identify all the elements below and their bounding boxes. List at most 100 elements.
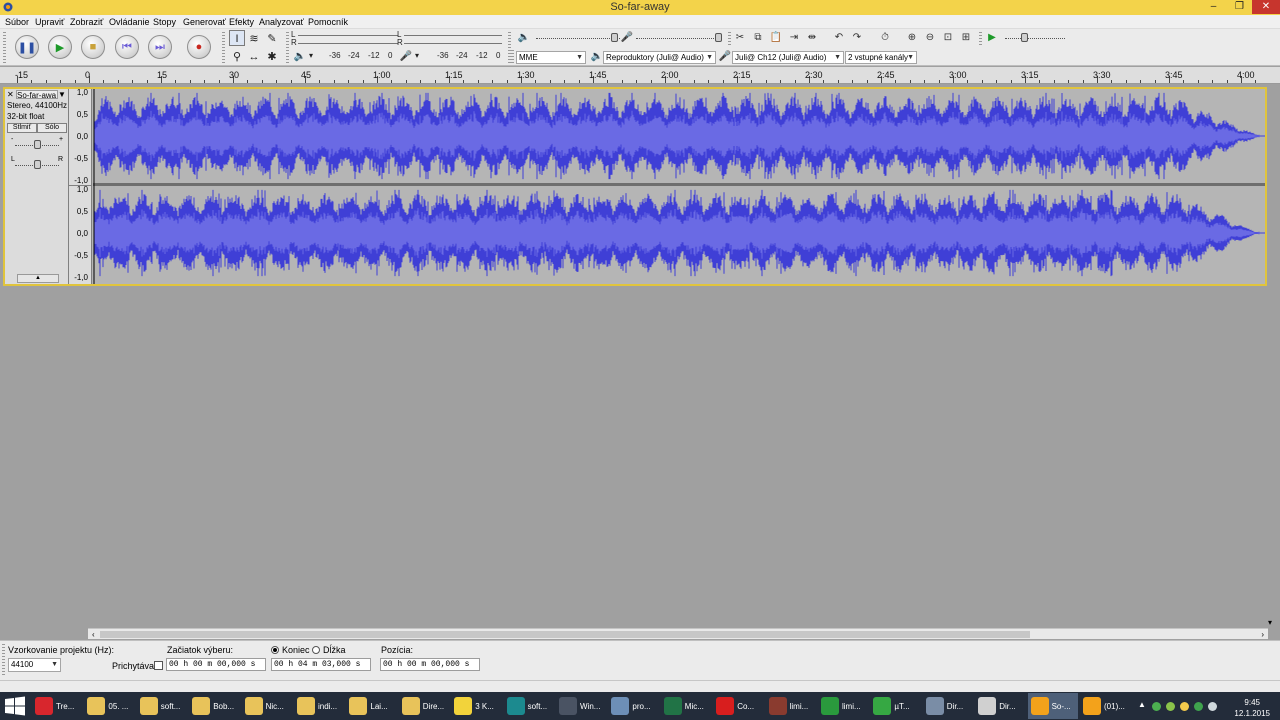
toolbar-grip[interactable] <box>222 32 225 63</box>
paste-icon[interactable]: 📋 <box>769 31 783 45</box>
project-rate-dropdown[interactable]: 44100 ▼ <box>8 658 61 672</box>
horizontal-scrollbar[interactable]: ‹ › <box>88 628 1268 639</box>
input-channels-dropdown[interactable]: 2 vstupné kanály ▼ <box>845 51 917 64</box>
play-speed-slider[interactable] <box>1005 38 1065 39</box>
taskbar-app[interactable]: Tre... <box>32 693 82 719</box>
menu-help[interactable]: Pomocník <box>308 17 348 27</box>
close-button[interactable]: ✕ <box>1252 0 1280 14</box>
taskbar-app[interactable]: soft... <box>504 693 554 719</box>
menu-file[interactable]: Súbor <box>5 17 29 27</box>
menu-transport[interactable]: Ovládanie <box>109 17 150 27</box>
taskbar-app[interactable]: Win... <box>556 693 606 719</box>
taskbar-app[interactable]: Co... <box>713 693 763 719</box>
zoom-in-icon[interactable]: ⊕ <box>905 31 919 45</box>
track-close-icon[interactable]: ✕ <box>7 90 14 99</box>
taskbar-app[interactable]: soft... <box>137 693 187 719</box>
playback-volume-slider[interactable] <box>536 38 620 39</box>
undo-icon[interactable]: ↶ <box>832 31 846 45</box>
tray-app-icon[interactable] <box>1152 702 1161 711</box>
taskbar-app[interactable]: Dir... <box>975 693 1025 719</box>
empty-track-area[interactable] <box>0 287 1280 628</box>
gain-knob[interactable] <box>34 140 41 149</box>
scrollbar-thumb[interactable] <box>100 631 1030 638</box>
waveform[interactable] <box>93 89 1265 284</box>
fit-selection-icon[interactable]: ⊡ <box>941 31 955 45</box>
snap-checkbox[interactable] <box>154 661 163 670</box>
taskbar-app[interactable]: Mic... <box>661 693 711 719</box>
collapse-track-button[interactable]: ▲ <box>17 274 59 283</box>
windows-start-icon[interactable] <box>4 696 26 716</box>
draw-tool[interactable]: ✎ <box>264 30 280 46</box>
menu-edit[interactable]: Upraviť <box>35 17 64 27</box>
solo-button[interactable]: Sólo <box>37 123 67 133</box>
taskbar-app[interactable]: Bob... <box>189 693 239 719</box>
clock[interactable]: 9:45 12.1.2015 <box>1234 697 1270 719</box>
input-device-dropdown[interactable]: Juli@ Ch12 (Juli@ Audio) ▼ <box>732 51 844 64</box>
play-at-speed-icon[interactable]: ▶ <box>985 31 999 45</box>
taskbar-app[interactable]: limi... <box>766 693 816 719</box>
skip-end-button[interactable]: ⏭ <box>148 35 172 59</box>
selection-end-field[interactable]: 00 h 04 m 03,000 s <box>271 658 371 671</box>
tray-app-icon[interactable] <box>1194 702 1203 711</box>
taskbar-app[interactable]: Nic... <box>242 693 292 719</box>
menu-generate[interactable]: Generovať <box>183 17 226 27</box>
sync-lock-icon[interactable]: ⏱ <box>878 31 892 45</box>
timeline-ruler[interactable]: -15 0 15 30 45 1:00 1:15 1:30 1:45 2:00 2:15 2:30 2:… <box>0 67 1280 84</box>
rec-meter-menu-arrow[interactable]: ▾ <box>415 51 419 60</box>
selection-tool[interactable]: I <box>229 30 245 46</box>
record-button[interactable]: ● <box>187 35 211 59</box>
pause-button[interactable]: ❚❚ <box>15 35 39 59</box>
taskbar-app[interactable]: pro... <box>608 693 658 719</box>
scroll-right-icon[interactable]: › <box>1261 630 1264 639</box>
record-volume-slider[interactable] <box>636 38 720 39</box>
silence-icon[interactable]: ⇹ <box>805 31 819 45</box>
toolbar-grip[interactable] <box>728 32 731 46</box>
menu-view[interactable]: Zobraziť <box>70 17 103 27</box>
scroll-left-icon[interactable]: ‹ <box>92 630 95 639</box>
length-radio[interactable] <box>312 646 320 654</box>
menu-effects[interactable]: Efekty <box>229 17 254 27</box>
play-speed-knob[interactable] <box>1021 33 1028 42</box>
audio-host-dropdown[interactable]: MME ▼ <box>516 51 586 64</box>
waveform-area[interactable] <box>93 89 1265 284</box>
track-name-menu[interactable]: So-far-awa <box>16 90 58 99</box>
record-volume-knob[interactable] <box>715 33 722 42</box>
tray-expand-icon[interactable]: ▲ <box>1138 700 1146 709</box>
taskbar-app[interactable]: Lai... <box>346 693 396 719</box>
amplitude-scale[interactable]: 1,0 0,5 0,0 -0,5 -1,0 1,0 0,5 0,0 -0,5 -1,0 <box>69 88 92 284</box>
maximize-button[interactable]: ❐ <box>1226 0 1253 14</box>
cut-icon[interactable]: ✂ <box>733 31 747 45</box>
mute-button[interactable]: Stlmiť <box>7 123 37 133</box>
toolbar-grip[interactable] <box>3 32 6 63</box>
pan-knob[interactable] <box>34 160 41 169</box>
minimize-button[interactable]: ‒ <box>1200 0 1227 14</box>
audio-position-field[interactable]: 00 h 00 m 00,000 s <box>380 658 480 671</box>
scroll-down-icon[interactable]: ▾ <box>1268 618 1272 627</box>
copy-icon[interactable]: ⧉ <box>751 31 765 45</box>
redo-icon[interactable]: ↷ <box>850 31 864 45</box>
skip-start-button[interactable]: ⏮ <box>115 35 139 59</box>
taskbar-app[interactable]: 05. ... <box>84 693 134 719</box>
zoom-tool[interactable]: ⚲ <box>229 48 245 64</box>
play-button[interactable]: ▶ <box>48 35 72 59</box>
toolbar-grip[interactable] <box>286 32 289 63</box>
toolbar-grip[interactable] <box>511 50 514 64</box>
tray-app-icon[interactable] <box>1166 702 1175 711</box>
taskbar-app[interactable]: limi... <box>818 693 868 719</box>
trim-icon[interactable]: ⇥ <box>787 31 801 45</box>
stop-button[interactable]: ■ <box>81 35 105 59</box>
taskbar-app[interactable]: So-... <box>1027 693 1078 719</box>
track-menu-arrow-icon[interactable]: ▼ <box>58 90 66 99</box>
menu-tracks[interactable]: Stopy <box>153 17 176 27</box>
taskbar-app[interactable]: (01)... <box>1080 693 1130 719</box>
tray-app-icon[interactable] <box>1180 702 1189 711</box>
taskbar-app[interactable]: indi... <box>294 693 344 719</box>
taskbar-app[interactable]: µT... <box>870 693 920 719</box>
network-icon[interactable] <box>1208 702 1217 711</box>
menu-analyze[interactable]: Analyzovať <box>259 17 304 27</box>
taskbar-app[interactable]: Dire... <box>399 693 449 719</box>
multi-tool[interactable]: ✱ <box>264 48 280 64</box>
playback-volume-knob[interactable] <box>611 33 618 42</box>
envelope-tool[interactable]: ≋ <box>246 30 262 46</box>
play-meter-menu-arrow[interactable]: ▾ <box>309 51 313 60</box>
